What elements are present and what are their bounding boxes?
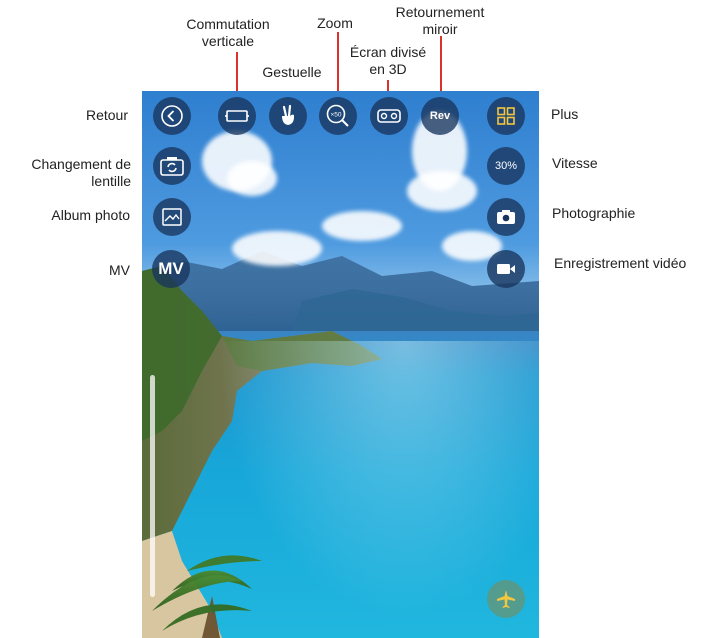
label-plus: Plus [551, 106, 579, 122]
label-ecran-divise-3d: Écran divisé en 3D [349, 44, 427, 77]
label-mv: MV [109, 262, 130, 278]
zoom-button[interactable]: ×50 [319, 97, 357, 135]
grid-icon [497, 107, 515, 125]
more-button[interactable] [487, 97, 525, 135]
chevron-left-icon [161, 105, 183, 127]
photo-button[interactable] [487, 198, 525, 236]
video-record-button[interactable] [487, 250, 525, 288]
vertical-switch-button[interactable] [218, 97, 256, 135]
label-zoom: Zoom [317, 15, 353, 31]
vertical-switch-icon [225, 110, 249, 122]
gallery-icon [162, 208, 182, 226]
split-3d-button[interactable] [370, 97, 408, 135]
lens-switch-button[interactable] [153, 147, 191, 185]
label-vitesse: Vitesse [552, 155, 598, 171]
rev-label: Rev [429, 110, 451, 122]
pointer-retournement [440, 36, 442, 98]
video-camera-icon [497, 264, 515, 274]
vr-goggles-icon [377, 109, 401, 123]
airplane-icon [497, 590, 515, 608]
scrollbar[interactable] [150, 375, 155, 597]
album-button[interactable] [153, 198, 191, 236]
label-gestuelle: Gestuelle [262, 64, 322, 80]
zoom-level-text: ×50 [330, 112, 341, 119]
pointer-zoom [337, 32, 339, 98]
mv-button[interactable]: MV [152, 250, 190, 288]
camera-view[interactable] [142, 91, 539, 638]
label-commutation-verticale: Commutation verticale [186, 16, 270, 49]
back-button[interactable] [153, 97, 191, 135]
mirror-flip-button[interactable]: Rev [421, 97, 459, 135]
label-enregistrement-video: Enregistrement vidéo [554, 255, 687, 271]
label-photographie: Photographie [552, 205, 636, 221]
label-retournement-miroir: Retournement miroir [395, 4, 485, 37]
camera-icon [497, 210, 515, 224]
hand-gesture-icon [282, 104, 294, 125]
mv-label: MV [158, 259, 184, 278]
zoom-icon: ×50 [326, 104, 349, 127]
flight-button[interactable] [487, 580, 525, 618]
label-retour: Retour [85, 107, 128, 123]
camera-switch-icon [160, 157, 184, 176]
speed-value: 30% [494, 160, 518, 172]
speed-button[interactable]: 30% [487, 147, 525, 185]
label-changement-lentille: Changement de lentille [31, 156, 131, 189]
gesture-button[interactable] [269, 97, 307, 135]
label-album-photo: Album photo [51, 207, 130, 223]
